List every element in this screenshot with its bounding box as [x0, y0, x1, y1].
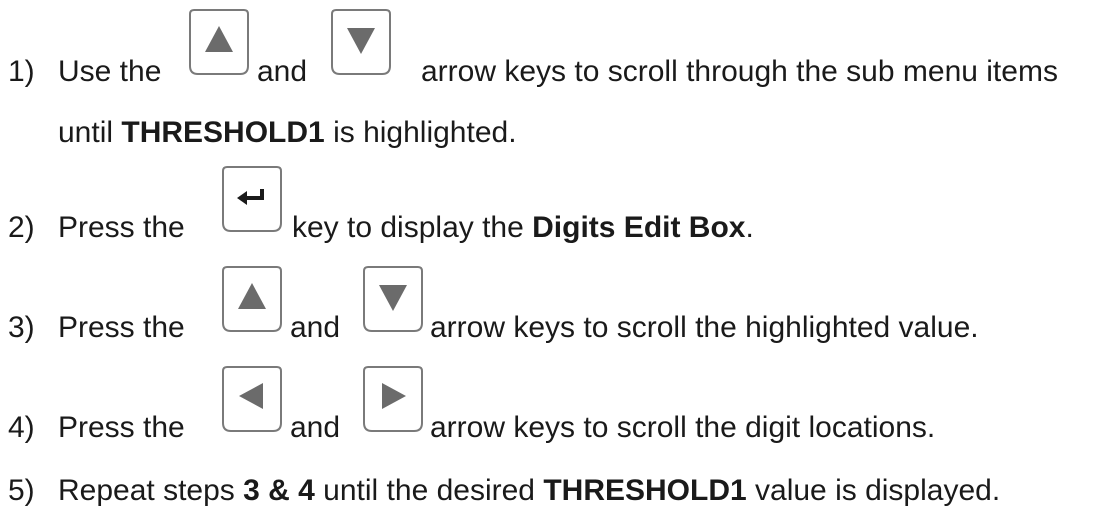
bold-term: THRESHOLD1 — [121, 116, 325, 149]
step-text: arrow keys to scroll the digit locations… — [430, 411, 936, 444]
step-text: Press the — [58, 411, 185, 444]
step-text: and — [290, 311, 341, 344]
step-number: 5) — [8, 474, 35, 507]
down-arrow-key-icon — [330, 8, 392, 76]
step-text: arrow keys to scroll through the sub men… — [421, 55, 1058, 88]
step-text: key to display the Digits Edit Box. — [292, 211, 754, 244]
step-number: 4) — [8, 411, 35, 444]
step-text: and — [257, 55, 308, 88]
bold-term: Digits Edit Box — [532, 211, 746, 244]
step-number: 3) — [8, 311, 35, 344]
step-number: 2) — [8, 211, 35, 244]
bold-term: THRESHOLD1 — [543, 474, 747, 507]
step-text: Press the — [58, 311, 185, 344]
down-arrow-key-icon — [362, 265, 424, 333]
bold-term: 3 & 4 — [243, 474, 315, 507]
step-text: Repeat steps 3 & 4 until the desired THR… — [58, 474, 1001, 507]
left-arrow-key-icon — [221, 365, 283, 433]
step-text-continued: until THRESHOLD1 is highlighted. — [58, 116, 517, 149]
step-text: Use the — [58, 55, 162, 88]
step-text: arrow keys to scroll the highlighted val… — [430, 311, 979, 344]
step-text: Press the — [58, 211, 185, 244]
step-text: and — [290, 411, 341, 444]
up-arrow-key-icon — [188, 8, 250, 76]
enter-key-icon — [221, 165, 283, 233]
right-arrow-key-icon — [362, 365, 424, 433]
up-arrow-key-icon — [221, 265, 283, 333]
step-number: 1) — [8, 55, 35, 88]
